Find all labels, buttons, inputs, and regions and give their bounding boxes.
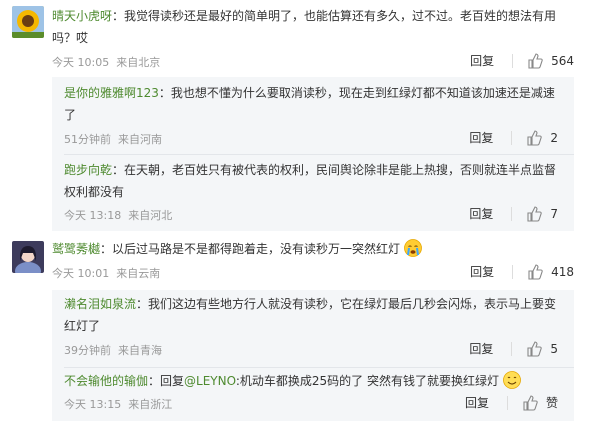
comment-meta: 今天 10:05 来自北京 [52,54,160,70]
like-count: 赞 [545,396,558,410]
crying-emoji [403,239,422,257]
comment-item: 鹫鹭莠樾：以后过马路是不是都得跑着走，没有读秒万一突然红灯 今天 10:01 来… [0,238,592,421]
like-count: 2 [550,130,558,145]
username[interactable]: 鹫鹭莠樾 [52,242,100,256]
like-count: 418 [551,264,574,279]
like-icon[interactable] [526,205,543,222]
reply-button[interactable]: 回复 [465,394,489,411]
location: 来自青海 [118,344,162,357]
reply-button[interactable]: 回复 [469,205,493,222]
divider [511,130,513,145]
comment-actions: 回复 418 [470,263,574,280]
timestamp: 51分钟前 [64,133,111,146]
username[interactable]: 晴天小虎呀 [52,9,112,23]
reply-content: ：在天朝，老百姓只有被代表的权利，民间舆论除非是能上热搜，否则就连半点监督权利都… [64,163,557,199]
comment-meta: 今天 10:01 来自云南 [52,265,160,281]
reply-text: 不会输他的输伽：回复@LEYNO:机动车都换成25码的了 突然有钱了就要换红绿灯 [64,370,564,392]
comment-text: 晴天小虎呀：我觉得读秒还是最好的简单明了，也能估算还有多久，过不过。老百姓的想法… [52,5,572,49]
divider [511,341,513,356]
reply-actions: 回复 赞 [465,394,558,411]
reply-content: :机动车都换成25码的了 突然有钱了就要换红绿灯 [235,374,499,388]
reply-button[interactable]: 回复 [470,52,494,69]
comment-item: 晴天小虎呀：我觉得读秒还是最好的简单明了，也能估算还有多久，过不过。老百姓的想法… [0,0,592,231]
avatar[interactable] [12,6,44,38]
divider [511,206,513,221]
avatar[interactable] [12,241,44,273]
like-count: 7 [550,206,558,221]
username[interactable]: 跑步向乾 [64,163,112,177]
timestamp: 39分钟前 [64,344,111,357]
reply-content: ：我们这边有些地方行人就没有读秒，它在绿灯最后几秒会闪烁，表示马上要变红灯了 [64,297,557,333]
comment-content: ：以后过马路是不是都得跑着走，没有读秒万一突然红灯 [100,242,401,256]
location: 来自浙江 [128,398,173,411]
location: 来自北京 [116,56,161,69]
location: 来自河南 [118,133,162,146]
like-icon[interactable] [527,52,543,69]
reply-item: 跑步向乾：在天朝，老百姓只有被代表的权利，民间舆论除非是能上热搜，否则就连半点监… [52,154,574,231]
reply-text: 是你的雅雅啊123：我也想不懂为什么要取消读秒，现在走到红绿灯都不知道该加速还是… [64,82,564,126]
timestamp: 今天 10:01 [52,267,110,280]
username[interactable]: 是你的雅雅啊123 [64,86,159,100]
location: 来自河北 [128,209,173,222]
reply-item: 是你的雅雅啊123：我也想不懂为什么要取消读秒，现在走到红绿灯都不知道该加速还是… [52,77,574,154]
divider [506,395,508,410]
like-icon[interactable] [526,129,543,146]
username[interactable]: 不会输他的输伽 [64,374,148,388]
comment-text: 鹫鹭莠樾：以后过马路是不是都得跑着走，没有读秒万一突然红灯 [52,238,572,260]
comment-content: ：我觉得读秒还是最好的简单明了，也能估算还有多久，过不过。老百姓的想法有用吗？哎 [52,9,557,45]
reply-button[interactable]: 回复 [470,263,494,280]
like-icon[interactable] [526,340,543,357]
mention-link[interactable]: @LEYNO [184,374,236,388]
reply-meta: 今天 13:18 来自河北 [64,207,172,223]
reply-button[interactable]: 回复 [469,129,493,146]
comment-actions: 回复 564 [470,52,574,69]
like-icon[interactable] [527,263,543,280]
reply-item: 濑名泪如泉流：我们这边有些地方行人就没有读秒，它在绿灯最后几秒会闪烁，表示马上要… [52,290,574,367]
reply-list: 濑名泪如泉流：我们这边有些地方行人就没有读秒，它在绿灯最后几秒会闪烁，表示马上要… [52,290,574,421]
reply-actions: 回复 5 [469,340,558,357]
reply-item: 不会输他的输伽：回复@LEYNO:机动车都换成25码的了 突然有钱了就要换红绿灯… [52,367,574,421]
reply-meta: 今天 13:15 来自浙江 [64,396,172,412]
smile-emoji [502,371,521,389]
timestamp: 今天 10:05 [52,56,110,69]
like-count: 5 [550,341,558,356]
reply-list: 是你的雅雅啊123：我也想不懂为什么要取消读秒，现在走到红绿灯都不知道该加速还是… [52,77,574,231]
username[interactable]: 濑名泪如泉流 [64,297,136,311]
like-icon[interactable] [522,394,538,411]
reply-meta: 39分钟前 来自青海 [64,342,162,358]
divider [512,53,514,68]
timestamp: 今天 13:15 [64,398,122,411]
reply-actions: 回复 7 [469,205,558,222]
reply-text: 跑步向乾：在天朝，老百姓只有被代表的权利，民间舆论除非是能上热搜，否则就连半点监… [64,159,564,203]
like-count: 564 [551,53,574,68]
reply-meta: 51分钟前 来自河南 [64,131,162,147]
divider [512,264,514,279]
reply-text: 濑名泪如泉流：我们这边有些地方行人就没有读秒，它在绿灯最后几秒会闪烁，表示马上要… [64,293,564,337]
timestamp: 今天 13:18 [64,209,122,222]
reply-actions: 回复 2 [469,129,558,146]
location: 来自云南 [116,267,161,280]
reply-button[interactable]: 回复 [469,340,493,357]
reply-prefix: ：回复 [148,374,185,388]
